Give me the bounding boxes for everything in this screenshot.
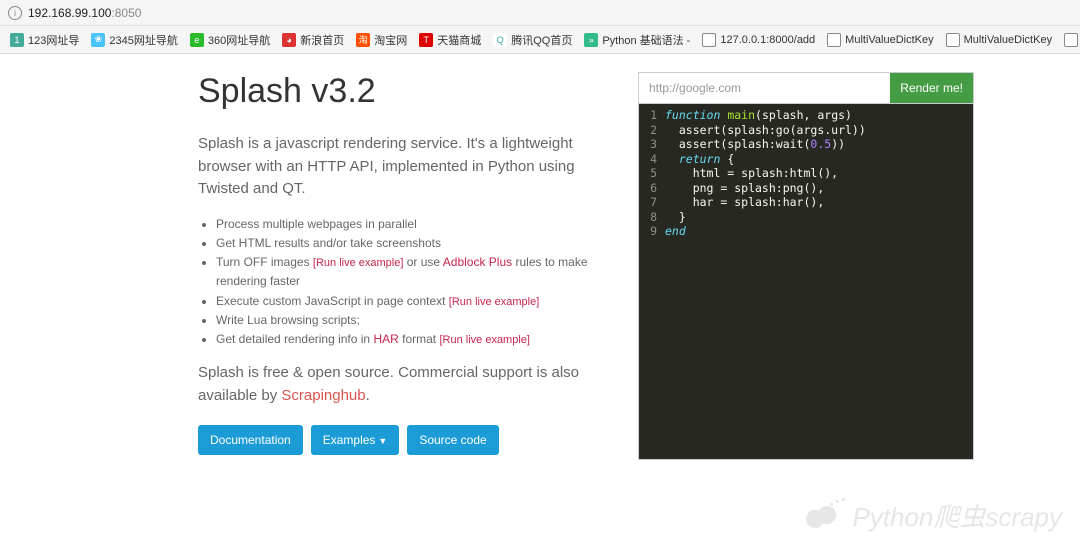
favicon-icon: T bbox=[419, 33, 433, 47]
code-line: 2 assert(splash:go(args.url)) bbox=[639, 123, 973, 138]
code-line: 9end bbox=[639, 224, 973, 239]
line-number: 4 bbox=[639, 152, 665, 167]
address-port: :8050 bbox=[111, 6, 141, 20]
bookmark-item[interactable]: » Python 基础语法 - bbox=[578, 28, 696, 52]
bookmark-item[interactable]: 1 123网址导 bbox=[4, 28, 85, 52]
line-number: 8 bbox=[639, 210, 665, 225]
bookmark-item[interactable]: MultiValueDictKey bbox=[940, 28, 1058, 52]
bookmark-item[interactable]: 淘淘宝网 bbox=[350, 28, 413, 52]
caret-down-icon: ▼ bbox=[378, 436, 387, 446]
code-line: 1function main(splash, args) bbox=[639, 108, 973, 123]
feature-item: Get HTML results and/or take screenshots bbox=[216, 234, 602, 253]
features-list: Process multiple webpages in parallel Ge… bbox=[198, 215, 602, 351]
favicon-icon: ❀ bbox=[91, 33, 105, 47]
bookmark-item[interactable]: Q 腾讯QQ首页 bbox=[487, 28, 578, 52]
code-content: assert(splash:wait(0.5)) bbox=[665, 137, 845, 152]
favicon-icon: » bbox=[584, 33, 598, 47]
code-line: 6 png = splash:png(), bbox=[639, 181, 973, 196]
file-icon bbox=[827, 33, 841, 47]
file-icon bbox=[702, 33, 716, 47]
file-icon bbox=[1064, 33, 1078, 47]
adblock-link[interactable]: Adblock Plus bbox=[443, 255, 512, 269]
line-number: 2 bbox=[639, 123, 665, 138]
bookmark-label: 360网址导航 bbox=[208, 32, 270, 48]
bookmark-label: 天猫商城 bbox=[437, 32, 481, 48]
feature-item: Write Lua browsing scripts; bbox=[216, 311, 602, 330]
code-content: html = splash:html(), bbox=[665, 166, 838, 181]
feature-item: Process multiple webpages in parallel bbox=[216, 215, 602, 234]
watermark: Python爬虫scrapy bbox=[804, 497, 1062, 534]
feature-item: Turn OFF images [Run live example] or us… bbox=[216, 253, 602, 292]
favicon-icon: Q bbox=[493, 33, 507, 47]
left-column: Splash v3.2 Splash is a javascript rende… bbox=[198, 72, 602, 455]
bookmark-label: 123网址导 bbox=[28, 32, 79, 48]
address-bar[interactable]: i 192.168.99.100:8050 bbox=[0, 0, 1080, 26]
code-content: return { bbox=[665, 152, 734, 167]
code-editor[interactable]: 1function main(splash, args)2 assert(spl… bbox=[638, 104, 974, 460]
line-number: 9 bbox=[639, 224, 665, 239]
render-button[interactable]: Render me! bbox=[890, 73, 973, 103]
har-link[interactable]: HAR bbox=[373, 332, 398, 346]
bookmark-label: MultiValueDictKey bbox=[964, 34, 1052, 46]
bookmark-item[interactable]: 127.0.0.1:8000/add bbox=[696, 28, 821, 52]
bookmarks-bar: 1 123网址导 ❀ 2345网址导航 e 360网址导航 ◕ 新浪首页淘淘宝网 T 天猫商城 Q腾… bbox=[0, 26, 1080, 54]
line-number: 6 bbox=[639, 181, 665, 196]
right-column: Render me! 1function main(splash, args)2… bbox=[638, 72, 974, 460]
code-content: function main(splash, args) bbox=[665, 108, 852, 123]
documentation-button[interactable]: Documentation bbox=[198, 425, 303, 455]
code-line: 8 } bbox=[639, 210, 973, 225]
bookmark-label: 2345网址导航 bbox=[109, 32, 177, 48]
favicon-icon: 淘 bbox=[356, 33, 370, 47]
bookmark-item[interactable]: ❀ 2345网址导航 bbox=[85, 28, 183, 52]
feature-item: Execute custom JavaScript in page contex… bbox=[216, 292, 602, 312]
button-row: Documentation Examples▼ Source code bbox=[198, 425, 602, 455]
code-content: end bbox=[665, 224, 686, 239]
line-number: 5 bbox=[639, 166, 665, 181]
bookmark-item[interactable]: 127.0.0.1:8000/add bbox=[1058, 28, 1080, 52]
code-content: assert(splash:go(args.url)) bbox=[665, 123, 866, 138]
bookmark-item[interactable]: T 天猫商城 bbox=[413, 28, 487, 52]
scrapinghub-link[interactable]: Scrapinghub bbox=[281, 387, 365, 404]
bookmark-label: 新浪首页 bbox=[300, 32, 344, 48]
wechat-icon bbox=[804, 500, 844, 532]
bookmark-item[interactable]: e 360网址导航 bbox=[184, 28, 276, 52]
run-live-example-link[interactable]: [Run live example] bbox=[449, 296, 540, 308]
feature-item: Get detailed rendering info in HAR forma… bbox=[216, 330, 602, 350]
source-code-button[interactable]: Source code bbox=[407, 425, 498, 455]
page-container: Splash v3.2 Splash is a javascript rende… bbox=[0, 54, 1080, 460]
favicon-icon: ◕ bbox=[282, 33, 296, 47]
run-live-example-link[interactable]: [Run live example] bbox=[439, 334, 530, 346]
bookmark-label: 腾讯QQ首页 bbox=[511, 32, 572, 48]
bookmark-item[interactable]: MultiValueDictKey bbox=[821, 28, 939, 52]
bookmark-label: Python 基础语法 - bbox=[602, 32, 690, 48]
bookmark-label: 127.0.0.1:8000/add bbox=[720, 34, 815, 46]
page-title: Splash v3.2 bbox=[198, 72, 602, 111]
file-icon bbox=[946, 33, 960, 47]
favicon-icon: e bbox=[190, 33, 204, 47]
examples-button[interactable]: Examples▼ bbox=[311, 425, 400, 455]
line-number: 3 bbox=[639, 137, 665, 152]
bookmark-label: 淘宝网 bbox=[374, 32, 407, 48]
url-input[interactable] bbox=[639, 73, 890, 103]
address-host: 192.168.99.100 bbox=[28, 6, 111, 20]
code-line: 4 return { bbox=[639, 152, 973, 167]
code-content: } bbox=[665, 210, 686, 225]
line-number: 7 bbox=[639, 195, 665, 210]
watermark-text: Python爬虫scrapy bbox=[852, 497, 1062, 534]
line-number: 1 bbox=[639, 108, 665, 123]
code-line: 3 assert(splash:wait(0.5)) bbox=[639, 137, 973, 152]
code-line: 7 har = splash:har(), bbox=[639, 195, 973, 210]
bookmark-label: MultiValueDictKey bbox=[845, 34, 933, 46]
favicon-icon: 1 bbox=[10, 33, 24, 47]
info-icon: i bbox=[8, 6, 22, 20]
code-content: har = splash:har(), bbox=[665, 195, 824, 210]
run-live-example-link[interactable]: [Run live example] bbox=[313, 257, 404, 269]
lead-paragraph: Splash is a javascript rendering service… bbox=[198, 133, 602, 201]
code-line: 5 html = splash:html(), bbox=[639, 166, 973, 181]
bookmark-item[interactable]: ◕ 新浪首页 bbox=[276, 28, 350, 52]
foss-paragraph: Splash is free & open source. Commercial… bbox=[198, 362, 602, 407]
url-bar: Render me! bbox=[638, 72, 974, 104]
code-content: png = splash:png(), bbox=[665, 181, 824, 196]
